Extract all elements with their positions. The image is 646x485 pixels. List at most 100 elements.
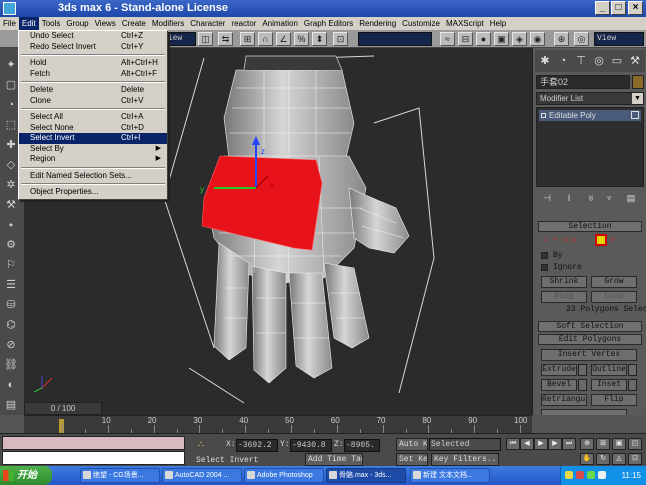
remove-modifier-icon[interactable]: ♆ xyxy=(602,192,616,204)
hierarchy-tab-icon[interactable]: ⊤ xyxy=(573,53,589,69)
add-time-tag-button[interactable]: Add Time Tag xyxy=(305,453,363,466)
menu-reactor[interactable]: reactor xyxy=(228,17,259,30)
pivot-icon[interactable]: ◫ xyxy=(198,32,213,46)
utilities-tab-icon[interactable]: ⚒ xyxy=(627,53,643,69)
close-button[interactable]: × xyxy=(628,1,643,15)
ignore-backfacing-checkbox[interactable] xyxy=(541,264,548,271)
start-button[interactable]: 开始 xyxy=(0,466,52,485)
previous-frame-icon[interactable]: ◀ xyxy=(520,438,534,450)
menu-maxscript[interactable]: MAXScript xyxy=(443,17,487,30)
create-cameras-icon[interactable]: ⬚ xyxy=(4,118,18,132)
show-end-result-icon[interactable]: I xyxy=(562,192,576,204)
render-type-icon[interactable]: ◉ xyxy=(530,32,545,46)
menu-file[interactable]: File xyxy=(0,17,19,30)
pan-icon[interactable]: ✋ xyxy=(580,453,594,465)
maxscript-listener-box[interactable] xyxy=(2,436,185,450)
material-editor-icon[interactable]: ● xyxy=(476,32,491,46)
layers-icon[interactable]: ☰ xyxy=(4,278,18,292)
snap-icon[interactable]: ∩ xyxy=(258,32,273,46)
insert-vertex-button[interactable]: Insert Vertex xyxy=(541,349,637,361)
arc-rotate-icon[interactable]: ↻ xyxy=(596,453,610,465)
key-filters-button[interactable]: Key Filters... xyxy=(431,453,499,466)
shrink-button[interactable]: Shrink xyxy=(541,276,587,288)
menu-views[interactable]: Views xyxy=(92,17,119,30)
make-unique-icon[interactable]: ♅ xyxy=(584,192,598,204)
tray-icon[interactable] xyxy=(587,471,595,479)
curve-editor-icon[interactable]: ≈ xyxy=(440,32,455,46)
soft-selection-rollout[interactable]: Soft Selection xyxy=(538,321,642,332)
render-scene-icon[interactable]: ▣ xyxy=(494,32,509,46)
render-last-icon[interactable]: ⊕ xyxy=(554,32,569,46)
y-coord-field[interactable]: -9430.8 xyxy=(290,439,332,452)
volume-icon[interactable] xyxy=(598,471,606,479)
angle-snap-icon[interactable]: ∠ xyxy=(276,32,291,46)
pin-stack-icon[interactable]: ⊣ xyxy=(540,192,554,204)
selection-rollout[interactable]: Selection xyxy=(538,221,642,232)
edit-menu-item-select-by[interactable]: Select By ▶ xyxy=(19,144,167,155)
modify-tab-icon[interactable]: ◔ xyxy=(555,53,571,69)
edit-menu-item-select-none[interactable]: Select None Ctrl+D xyxy=(19,123,167,134)
wrench-icon[interactable]: ⚐ xyxy=(4,258,18,272)
go-to-start-icon[interactable]: ⏮ xyxy=(506,438,520,450)
next-frame-icon[interactable]: ▶ xyxy=(548,438,562,450)
flip-button[interactable]: Flip xyxy=(591,394,637,406)
configure-sets-icon[interactable]: ▤ xyxy=(624,192,638,204)
named-selection-set[interactable] xyxy=(358,32,432,46)
systems-icon[interactable]: ✲ xyxy=(4,178,18,192)
by-vertex-checkbox[interactable] xyxy=(541,252,548,259)
eye-icon[interactable]: ◐ xyxy=(4,378,18,392)
edit-menu-item-edit-named-selection-sets[interactable]: Edit Named Selection Sets... xyxy=(19,171,167,182)
lock-selection-icon[interactable]: ⛬ xyxy=(198,439,204,451)
extrude-settings-button[interactable] xyxy=(578,364,587,376)
create-shapes-icon[interactable]: ◔ xyxy=(4,98,18,112)
zoom-all-icon[interactable]: ⊞ xyxy=(596,438,610,450)
create-tab-icon[interactable]: ✱ xyxy=(537,53,553,69)
maximize-viewport-icon[interactable]: ⊡ xyxy=(628,453,642,465)
link-icon[interactable]: ⌬ xyxy=(4,318,18,332)
inset-button[interactable]: Inset xyxy=(591,379,627,391)
maximize-button[interactable]: □ xyxy=(611,1,626,15)
edit-menu-item-select-invert[interactable]: Select Invert Ctrl+I xyxy=(19,133,167,144)
polygon-mode-icon[interactable] xyxy=(595,234,607,246)
render-viewport-select[interactable]: View xyxy=(594,32,644,46)
edit-menu-item-hold[interactable]: Hold Alt+Ctrl+H xyxy=(19,58,167,69)
retriangulate-button[interactable]: Retriangula xyxy=(541,394,587,406)
menu-create[interactable]: Create xyxy=(119,17,149,30)
extrude-button[interactable]: Extrude xyxy=(541,364,577,376)
mirror-icon[interactable]: ⇆ xyxy=(218,32,233,46)
taskbar-item-2[interactable]: Adobe Photoshop xyxy=(244,468,324,483)
unlink-icon[interactable]: ⊘ xyxy=(4,338,18,352)
taskbar-item-1[interactable]: AutoCAD 2004 ... xyxy=(162,468,242,483)
grow-button[interactable]: Grow xyxy=(591,276,637,288)
z-coord-field[interactable]: -8905. xyxy=(344,439,380,452)
edit-menu-item-clone[interactable]: Clone Ctrl+V xyxy=(19,96,167,107)
maxscript-output-box[interactable] xyxy=(2,451,185,465)
menu-modifiers[interactable]: Modifiers xyxy=(149,17,187,30)
ring-button[interactable]: Ring xyxy=(541,291,587,303)
auto-key-button[interactable]: Auto Key xyxy=(396,438,428,451)
edit-menu-item-redo-select-invert[interactable]: Redo Select Invert Ctrl+Y xyxy=(19,42,167,53)
spinner-snap-icon[interactable]: ⬍ xyxy=(312,32,327,46)
schematic-view-icon[interactable]: ⊟ xyxy=(458,32,473,46)
x-coord-field[interactable]: -3692.2 xyxy=(236,439,278,452)
object-color-swatch[interactable] xyxy=(632,75,644,89)
edit-menu-item-delete[interactable]: Delete Delete xyxy=(19,85,167,96)
minimize-button[interactable]: _ xyxy=(595,1,610,15)
modifier-list-dropdown[interactable]: Modifier List ▼ xyxy=(536,92,644,105)
edit-menu-item-select-all[interactable]: Select All Ctrl+A xyxy=(19,112,167,123)
create-geometry-icon[interactable]: ▢ xyxy=(4,78,18,92)
loop-button[interactable]: Loop xyxy=(591,291,637,303)
menu-customize[interactable]: Customize xyxy=(399,17,443,30)
bevel-settings-button[interactable] xyxy=(578,379,587,391)
menu-rendering[interactable]: Rendering xyxy=(356,17,399,30)
create-helpers-icon[interactable]: ✚ xyxy=(4,138,18,152)
set-key-button[interactable]: Set Key xyxy=(396,453,428,466)
display-tab-icon[interactable]: ▭ xyxy=(609,53,625,69)
motion-tab-icon[interactable]: ◎ xyxy=(591,53,607,69)
edit-menu-item-fetch[interactable]: Fetch Alt+Ctrl+F xyxy=(19,69,167,80)
create-lights-icon[interactable]: ✦ xyxy=(4,58,18,72)
character-icon[interactable]: ⛁ xyxy=(4,298,18,312)
stack-item-editable-poly[interactable]: Editable Poly xyxy=(539,110,641,121)
menu-tools[interactable]: Tools xyxy=(39,17,64,30)
edit-polygons-rollout[interactable]: Edit Polygons xyxy=(538,334,642,345)
